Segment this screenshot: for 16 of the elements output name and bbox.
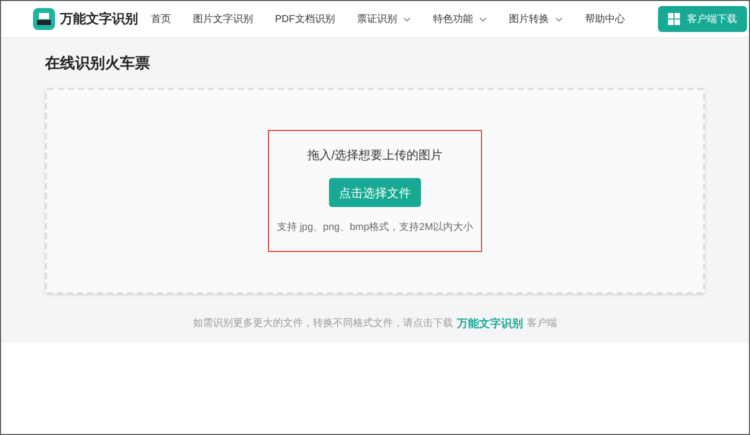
- brand-name: 万能文字识别: [60, 10, 138, 28]
- nav-link[interactable]: 帮助中心: [585, 12, 625, 26]
- windows-icon: [668, 13, 680, 25]
- upload-prompt: 拖入/选择想要上传的图片: [307, 147, 443, 164]
- nav-link[interactable]: 票证识别: [357, 12, 411, 26]
- upload-area[interactable]: 拖入/选择想要上传的图片 点击选择文件 支持 jpg、png、bmp格式，支持2M以内大小: [45, 88, 705, 294]
- nav-link[interactable]: 图片文字识别: [193, 12, 253, 26]
- footer-note: 如需识别更多更大的文件，转换不同格式文件，请点击下载: [193, 316, 453, 332]
- scanner-logo-icon: [33, 8, 55, 30]
- nav-link[interactable]: PDF文档识别: [275, 12, 335, 26]
- format-hint: 支持 jpg、png、bmp格式，支持2M以内大小: [276, 220, 474, 235]
- nav-link[interactable]: 首页: [151, 12, 171, 26]
- nav-link[interactable]: 图片转换: [509, 12, 563, 26]
- footer-note: 客户端: [527, 316, 557, 332]
- page-title: 在线识别火车票: [45, 54, 151, 74]
- nav-link[interactable]: 特色功能: [433, 12, 487, 26]
